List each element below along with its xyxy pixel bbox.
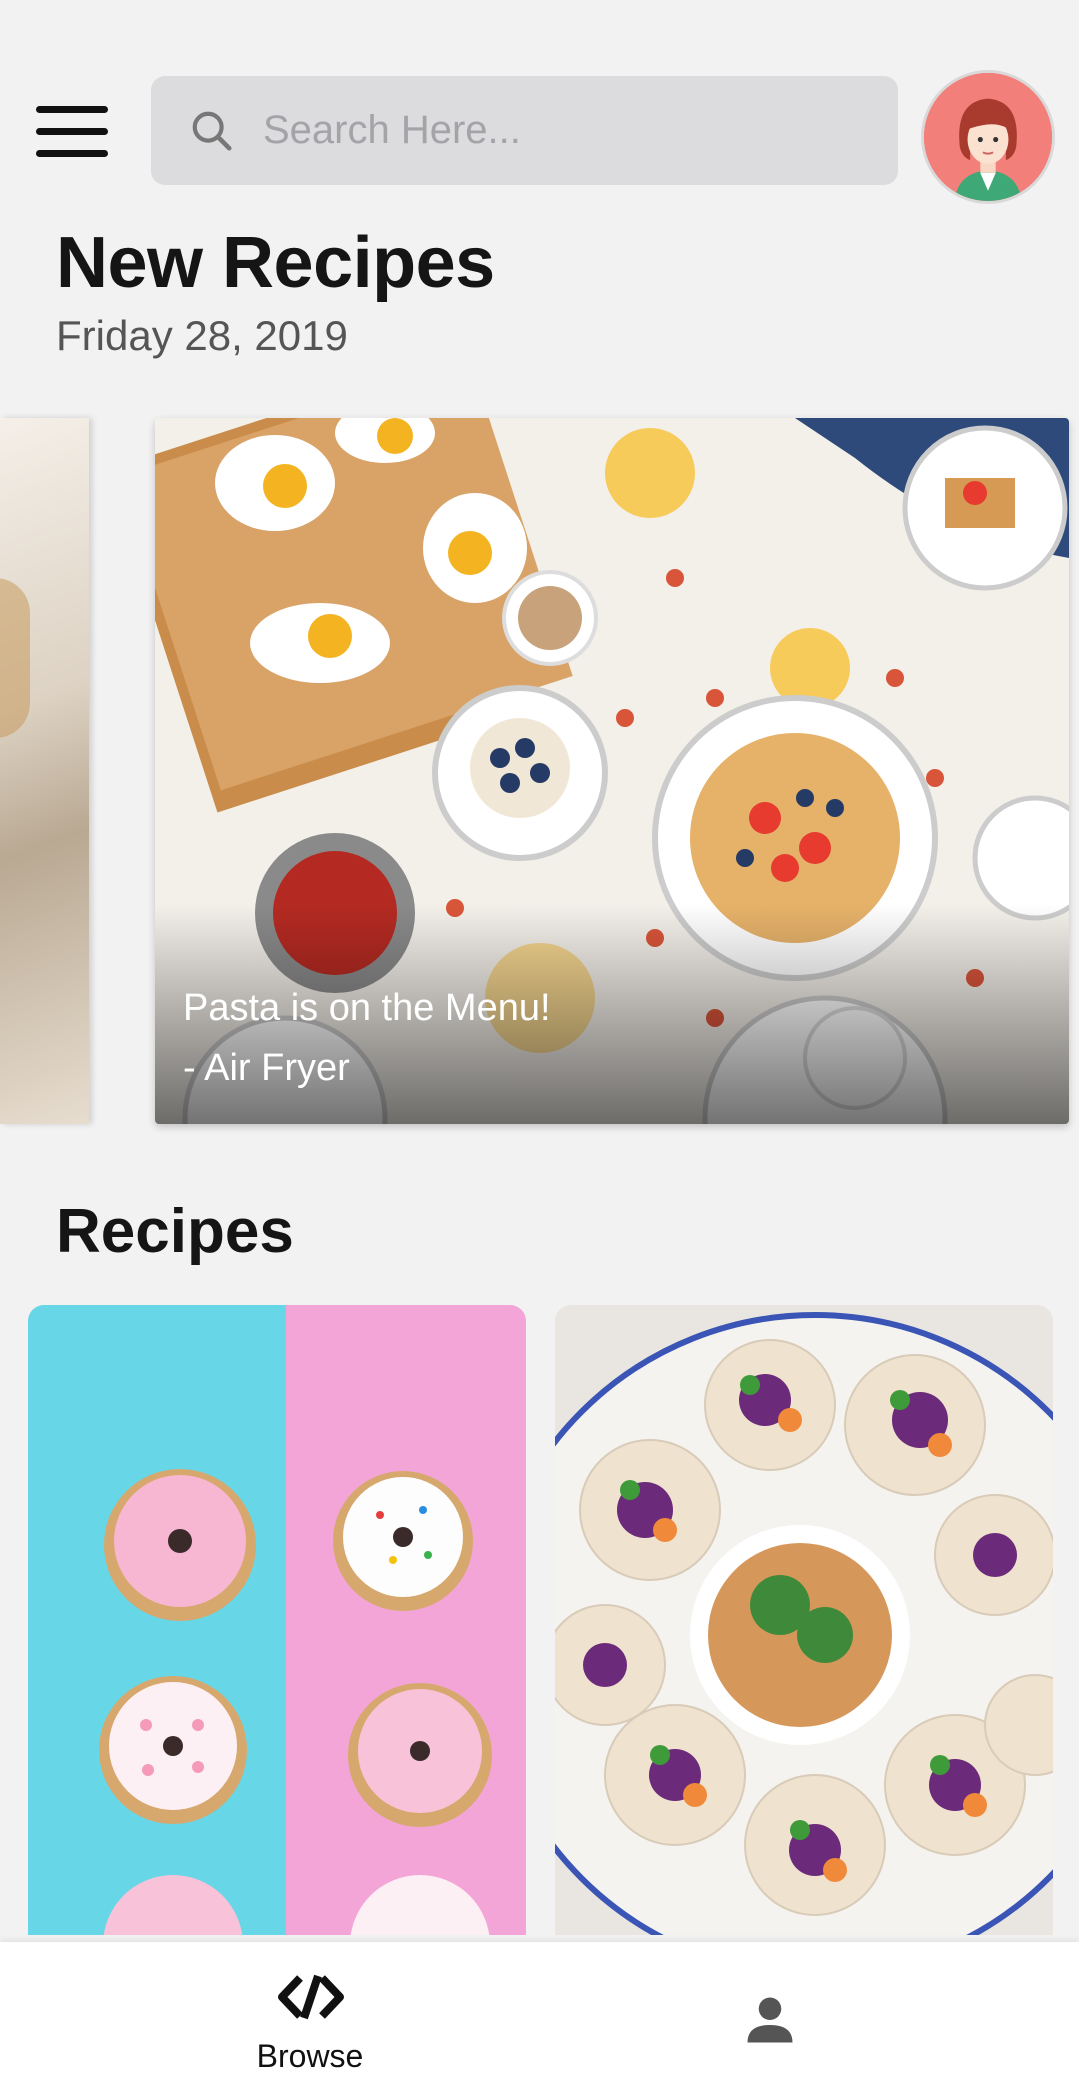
search-icon: [192, 111, 232, 151]
featured-caption: Pasta is on the Menu! - Air Fryer: [183, 978, 551, 1098]
spring-rolls-image: [555, 1305, 1053, 1935]
featured-recipe-card[interactable]: Pasta is on the Menu! - Air Fryer: [155, 418, 1069, 1124]
featured-caption-subtitle: - Air Fryer: [183, 1047, 350, 1089]
hamburger-menu-icon[interactable]: [34, 104, 110, 157]
search-bar[interactable]: [151, 76, 898, 185]
page-title: New Recipes: [56, 223, 495, 303]
previous-recipe-card[interactable]: [0, 418, 89, 1124]
section-title: Recipes: [56, 1197, 294, 1266]
person-icon: [747, 1997, 793, 2043]
nav-browse-label: Browse: [256, 2038, 364, 2074]
featured-caption-title: Pasta is on the Menu!: [183, 987, 551, 1029]
date-label: Friday 28, 2019: [56, 312, 348, 359]
bottom-navigation: Browse: [0, 1942, 1079, 2092]
donuts-image: [28, 1305, 526, 1935]
nav-profile[interactable]: [740, 1990, 800, 2050]
browse-logo-icon: [278, 1974, 344, 2020]
user-avatar-icon[interactable]: [921, 70, 1055, 204]
recipe-tile-donuts[interactable]: [28, 1305, 526, 1935]
recipe-tile-spring-rolls[interactable]: [555, 1305, 1053, 1935]
search-input[interactable]: [261, 94, 898, 167]
nav-browse[interactable]: Browse: [230, 1942, 390, 2092]
